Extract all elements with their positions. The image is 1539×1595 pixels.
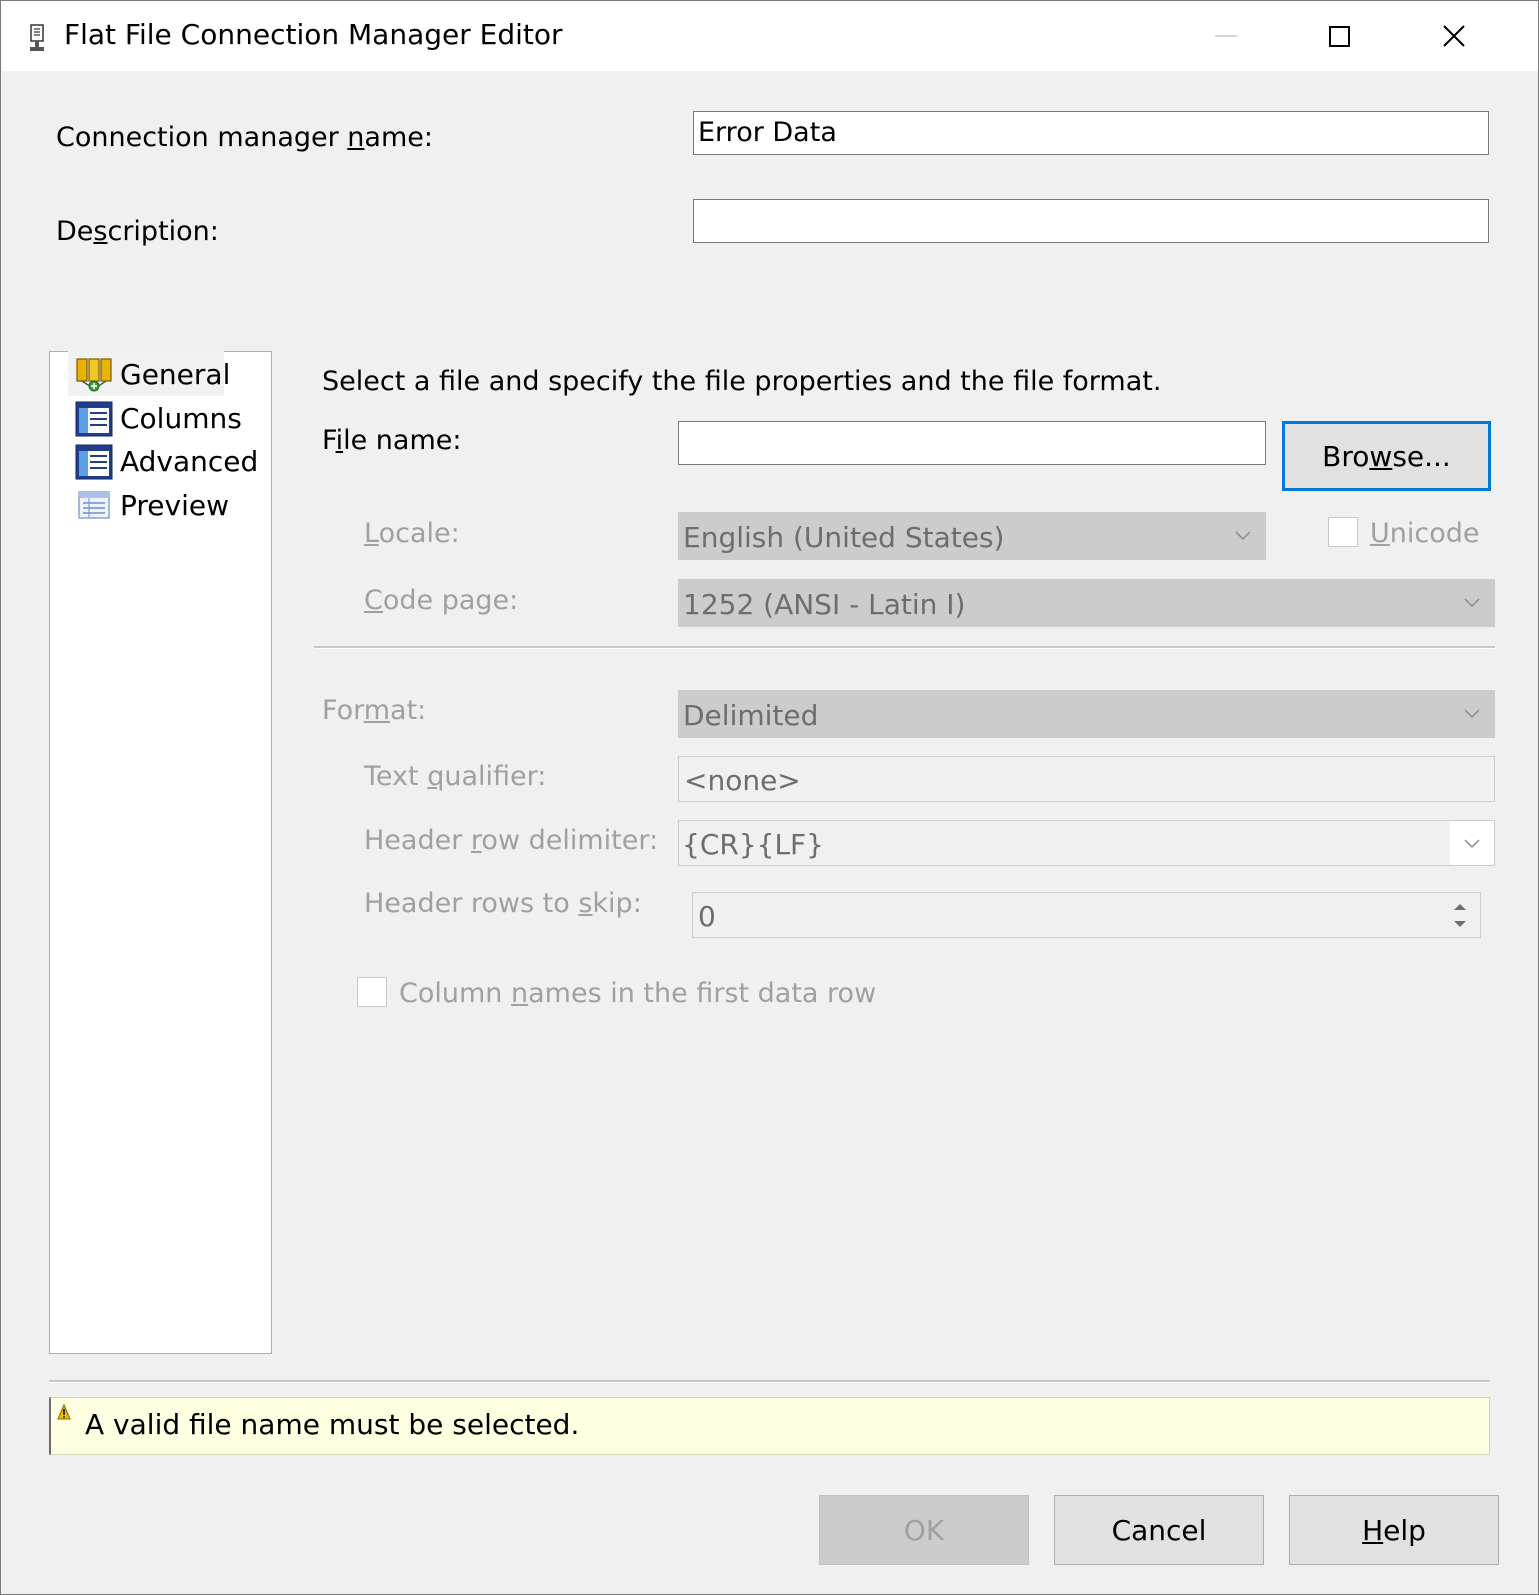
access-key: r bbox=[470, 825, 482, 856]
minimize-button[interactable] bbox=[1191, 1, 1307, 71]
header-row-delimiter-select[interactable]: {CR}{LF} bbox=[678, 820, 1495, 866]
close-button[interactable] bbox=[1423, 1, 1538, 71]
flat-file-icon bbox=[30, 24, 44, 51]
label-part: For bbox=[322, 695, 364, 726]
access-key: H bbox=[1362, 1514, 1384, 1547]
label-part: Text bbox=[364, 761, 428, 792]
label-part: ocale: bbox=[378, 518, 460, 549]
file-name-input[interactable] bbox=[678, 421, 1266, 465]
access-key: q bbox=[427, 761, 445, 792]
warning-icon bbox=[57, 1404, 71, 1420]
section-divider bbox=[314, 646, 1495, 649]
label-part: ames in the first data row bbox=[528, 978, 877, 1009]
status-divider bbox=[49, 1380, 1490, 1383]
locale-value: English (United States) bbox=[683, 521, 1005, 554]
label-part: ame: bbox=[364, 122, 433, 153]
label-part: se... bbox=[1392, 440, 1451, 473]
description-label: Description: bbox=[56, 216, 219, 247]
label-part: De bbox=[56, 216, 94, 247]
nav-item-label: Columns bbox=[120, 402, 242, 435]
label-part: Header bbox=[364, 825, 471, 856]
label-part: nicode bbox=[1389, 518, 1480, 549]
label-part: Connection manager bbox=[56, 122, 348, 153]
description-input[interactable] bbox=[693, 199, 1489, 243]
window-title: Flat File Connection Manager Editor bbox=[64, 18, 563, 51]
nav-item-label: General bbox=[120, 358, 231, 391]
label-part: Bro bbox=[1322, 440, 1370, 473]
minimize-icon bbox=[1215, 35, 1237, 37]
label-part: ode page: bbox=[382, 585, 519, 616]
general-icon bbox=[76, 358, 112, 392]
code-page-value: 1252 (ANSI - Latin I) bbox=[683, 588, 966, 621]
column-names-label: Column names in the first data row bbox=[399, 978, 876, 1009]
help-button[interactable]: Help bbox=[1289, 1495, 1499, 1565]
label-part: cription: bbox=[107, 216, 219, 247]
access-key: s bbox=[93, 216, 108, 247]
access-key: i bbox=[335, 425, 344, 456]
access-key: U bbox=[1370, 518, 1390, 549]
label-part: ualifier: bbox=[444, 761, 547, 792]
status-message: A valid file name must be selected. bbox=[85, 1408, 580, 1441]
dialog-window: Flat File Connection Manager Editor Conn… bbox=[0, 0, 1539, 1595]
file-name-label: File name: bbox=[322, 425, 461, 456]
column-names-checkbox[interactable] bbox=[357, 977, 387, 1007]
chevron-down-icon bbox=[1464, 839, 1480, 849]
access-key: L bbox=[364, 518, 379, 549]
close-icon bbox=[1443, 25, 1465, 47]
access-key: n bbox=[510, 978, 529, 1009]
access-key: C bbox=[364, 585, 383, 616]
browse-button[interactable]: Browse... bbox=[1282, 421, 1491, 491]
access-key: n bbox=[347, 122, 365, 153]
locale-select[interactable]: English (United States) bbox=[678, 512, 1266, 560]
label-part: ow delimiter: bbox=[481, 825, 659, 856]
chevron-down-icon bbox=[1464, 598, 1480, 608]
text-qualifier-input[interactable]: <none> bbox=[678, 756, 1495, 802]
format-value: Delimited bbox=[683, 699, 819, 732]
conn-name-label: Connection manager name: bbox=[56, 122, 433, 153]
locale-label: Locale: bbox=[364, 518, 460, 549]
text-qualifier-label: Text qualifier: bbox=[364, 761, 546, 792]
label-part: elp bbox=[1383, 1514, 1426, 1547]
header-rows-skip-value: 0 bbox=[698, 900, 716, 933]
conn-name-input[interactable]: Error Data bbox=[693, 111, 1489, 155]
maximize-icon bbox=[1329, 26, 1350, 47]
chevron-down-icon bbox=[1464, 709, 1480, 719]
columns-icon bbox=[75, 401, 113, 437]
label-part: le name: bbox=[343, 425, 462, 456]
label-part: Header rows to bbox=[364, 888, 579, 919]
label-part: at: bbox=[390, 695, 427, 726]
format-select[interactable]: Delimited bbox=[678, 690, 1495, 738]
unicode-checkbox[interactable] bbox=[1328, 517, 1358, 547]
label-part: F bbox=[322, 425, 336, 456]
advanced-icon bbox=[75, 444, 113, 480]
dropdown-button[interactable] bbox=[1450, 821, 1494, 865]
access-key: m bbox=[363, 695, 391, 726]
header-row-delimiter-value: {CR}{LF} bbox=[682, 828, 824, 861]
code-page-select[interactable]: 1252 (ANSI - Latin I) bbox=[678, 579, 1495, 627]
spin-buttons[interactable] bbox=[1442, 895, 1478, 935]
title-bar[interactable]: Flat File Connection Manager Editor bbox=[1, 1, 1538, 71]
header-row-delimiter-label: Header row delimiter: bbox=[364, 825, 658, 856]
unicode-label: Unicode bbox=[1370, 518, 1480, 549]
code-page-label: Code page: bbox=[364, 585, 518, 616]
format-label: Format: bbox=[322, 695, 426, 726]
preview-icon bbox=[78, 491, 110, 519]
access-key: w bbox=[1369, 440, 1393, 473]
cancel-button[interactable]: Cancel bbox=[1054, 1495, 1264, 1565]
nav-item-label: Preview bbox=[120, 489, 229, 522]
ok-button[interactable]: OK bbox=[819, 1495, 1029, 1565]
header-rows-skip-label: Header rows to skip: bbox=[364, 888, 642, 919]
nav-item-label: Advanced bbox=[120, 445, 259, 478]
maximize-button[interactable] bbox=[1307, 1, 1423, 71]
spin-arrows-icon bbox=[1454, 904, 1466, 927]
status-message-bar: A valid file name must be selected. bbox=[49, 1397, 1490, 1455]
label-part: Column bbox=[399, 978, 511, 1009]
header-rows-skip-stepper[interactable]: 0 bbox=[692, 892, 1481, 938]
label-part: kip: bbox=[592, 888, 642, 919]
instruction-text: Select a file and specify the file prope… bbox=[322, 366, 1162, 397]
chevron-down-icon bbox=[1235, 531, 1251, 541]
access-key: s bbox=[578, 888, 593, 919]
